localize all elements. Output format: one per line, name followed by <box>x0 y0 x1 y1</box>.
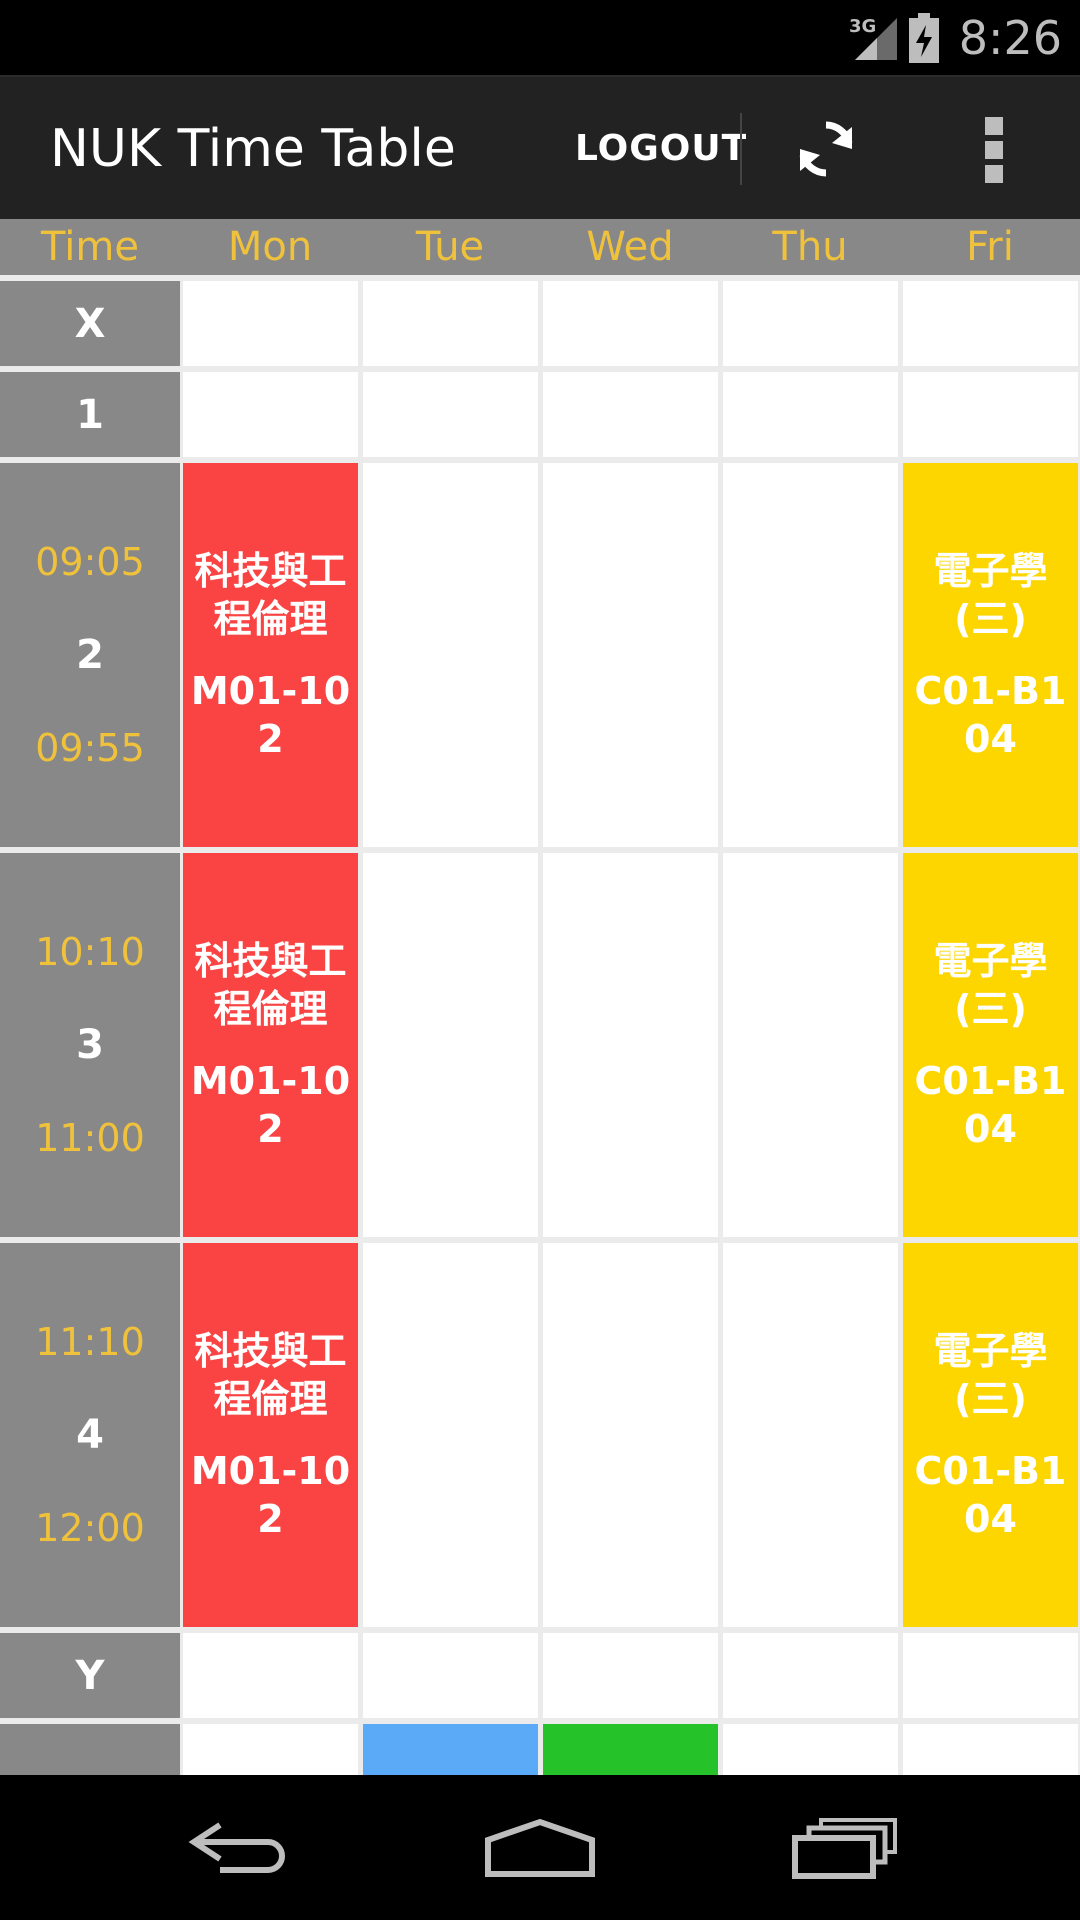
slot-2: 09:05 2 09:55 <box>0 463 180 847</box>
cell[interactable] <box>723 853 898 1237</box>
course-cell-tue[interactable] <box>363 1724 538 1775</box>
course-cell-ethics[interactable]: 科技與工程倫理 M01-102 <box>183 1243 358 1627</box>
overflow-menu-icon[interactable] <box>985 117 1005 183</box>
status-time: 8:26 <box>958 10 1062 65</box>
row-4: 11:10 4 12:00 科技與工程倫理 M01-102 電子學(三) C01… <box>0 1243 1080 1627</box>
header-tue: Tue <box>415 224 485 270</box>
course-name: 科技與工程倫理 <box>194 549 347 641</box>
course-room: M01-102 <box>190 1449 351 1541</box>
cell[interactable] <box>903 372 1078 457</box>
cell[interactable] <box>363 281 538 366</box>
cell[interactable] <box>723 463 898 847</box>
cell[interactable] <box>543 372 718 457</box>
cell[interactable] <box>183 372 358 457</box>
cell[interactable] <box>723 1243 898 1627</box>
action-divider <box>740 113 742 185</box>
slot-3: 10:10 3 11:00 <box>0 853 180 1237</box>
row-x: X <box>0 281 1080 366</box>
cell[interactable] <box>543 853 718 1237</box>
cell[interactable] <box>183 281 358 366</box>
svg-text:3G: 3G <box>849 16 876 37</box>
cell[interactable] <box>363 853 538 1237</box>
back-icon[interactable] <box>180 1810 300 1885</box>
home-icon[interactable] <box>480 1810 600 1885</box>
slot-next <box>0 1724 180 1775</box>
cell-signal-3g-icon: 3G <box>849 16 897 60</box>
cell[interactable] <box>543 463 718 847</box>
course-name: 電子學(三) <box>933 549 1048 641</box>
period-label: 3 <box>76 1022 104 1068</box>
cell[interactable] <box>363 1243 538 1627</box>
course-cell-wed[interactable] <box>543 1724 718 1775</box>
cell[interactable] <box>903 281 1078 366</box>
slot-x: X <box>0 281 180 366</box>
period-start-time: 09:05 <box>35 540 145 584</box>
course-cell-electronics[interactable]: 電子學(三) C01-B104 <box>903 853 1078 1237</box>
header-wed: Wed <box>586 224 674 270</box>
header-time: Time <box>41 224 139 270</box>
period-start-time: 11:10 <box>35 1320 145 1364</box>
cell[interactable] <box>363 372 538 457</box>
action-bar: NUK Time Table LOGOUT <box>0 75 1080 219</box>
refresh-icon[interactable] <box>790 113 862 185</box>
row-1: 1 <box>0 372 1080 457</box>
period-label: Y <box>75 1652 105 1699</box>
cell[interactable] <box>363 463 538 847</box>
cell[interactable] <box>183 1724 358 1775</box>
slot-y: Y <box>0 1633 180 1718</box>
course-room: C01-B104 <box>914 1449 1067 1541</box>
cell[interactable] <box>723 372 898 457</box>
course-room: C01-B104 <box>914 1059 1067 1151</box>
recents-icon[interactable] <box>785 1810 905 1885</box>
day-header: Time Mon Tue Wed Thu Fri <box>0 219 1080 275</box>
header-thu: Thu <box>772 224 848 270</box>
status-bar: 3G 8:26 <box>0 0 1080 75</box>
row-2: 09:05 2 09:55 科技與工程倫理 M01-102 電子學(三) C01… <box>0 463 1080 847</box>
course-room: M01-102 <box>190 669 351 761</box>
header-fri: Fri <box>966 224 1014 270</box>
course-room: C01-B104 <box>914 669 1067 761</box>
period-end-time: 12:00 <box>35 1506 145 1550</box>
course-room: M01-102 <box>190 1059 351 1151</box>
cell[interactable] <box>363 1633 538 1718</box>
slot-4: 11:10 4 12:00 <box>0 1243 180 1627</box>
header-mon: Mon <box>227 224 313 270</box>
period-label: 2 <box>76 632 104 678</box>
cell[interactable] <box>543 1243 718 1627</box>
course-name: 科技與工程倫理 <box>194 1329 347 1421</box>
row-next <box>0 1724 1080 1775</box>
cell[interactable] <box>903 1633 1078 1718</box>
course-cell-ethics[interactable]: 科技與工程倫理 M01-102 <box>183 853 358 1237</box>
course-name: 科技與工程倫理 <box>194 939 347 1031</box>
period-end-time: 11:00 <box>35 1116 145 1160</box>
course-cell-electronics[interactable]: 電子學(三) C01-B104 <box>903 463 1078 847</box>
cell[interactable] <box>543 281 718 366</box>
row-3: 10:10 3 11:00 科技與工程倫理 M01-102 電子學(三) C01… <box>0 853 1080 1237</box>
cell[interactable] <box>723 281 898 366</box>
course-name: 電子學(三) <box>933 939 1048 1031</box>
cell[interactable] <box>543 1633 718 1718</box>
course-name: 電子學(三) <box>933 1329 1048 1421</box>
battery-charging-icon <box>908 12 939 63</box>
period-label: 4 <box>76 1412 104 1458</box>
app-title: NUK Time Table <box>50 119 456 179</box>
cell[interactable] <box>903 1724 1078 1775</box>
period-end-time: 09:55 <box>35 726 145 770</box>
slot-1: 1 <box>0 372 180 457</box>
course-cell-ethics[interactable]: 科技與工程倫理 M01-102 <box>183 463 358 847</box>
course-cell-electronics[interactable]: 電子學(三) C01-B104 <box>903 1243 1078 1627</box>
cell[interactable] <box>183 1633 358 1718</box>
timetable: Time Mon Tue Wed Thu Fri X 1 09:05 2 09:… <box>0 219 1080 1775</box>
period-start-time: 10:10 <box>35 930 145 974</box>
cell[interactable] <box>723 1633 898 1718</box>
navigation-bar <box>0 1775 1080 1920</box>
logout-button[interactable]: LOGOUT <box>575 77 747 221</box>
period-label: X <box>74 300 106 347</box>
cell[interactable] <box>723 1724 898 1775</box>
period-label: 1 <box>76 391 104 438</box>
status-icons: 3G 8:26 <box>847 0 1062 75</box>
row-y: Y <box>0 1633 1080 1718</box>
